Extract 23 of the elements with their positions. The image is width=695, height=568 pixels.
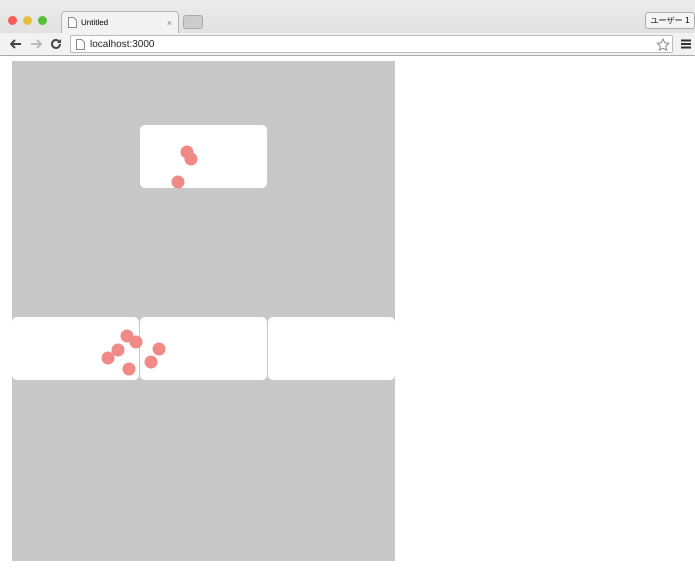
user-button[interactable]: ユーザー 1	[645, 12, 695, 29]
page-icon	[76, 38, 85, 50]
dot	[112, 344, 124, 356]
dot	[122, 362, 136, 376]
dot	[102, 352, 114, 364]
minimize-window-icon[interactable]	[23, 16, 32, 25]
forward-icon[interactable]	[30, 39, 42, 49]
dot	[130, 336, 142, 348]
dot	[144, 356, 158, 368]
address-field[interactable]: localhost:3000	[70, 35, 673, 53]
dot	[184, 152, 198, 166]
dot	[152, 342, 166, 356]
new-tab-button[interactable]	[183, 15, 203, 29]
reload-icon[interactable]	[50, 38, 62, 50]
zoom-window-icon[interactable]	[38, 16, 47, 25]
back-icon[interactable]	[10, 39, 22, 49]
star-icon[interactable]	[656, 38, 670, 50]
menu-icon[interactable]	[681, 39, 691, 49]
browser-tab[interactable]: Untitled ×	[61, 11, 179, 33]
page-icon	[68, 17, 77, 28]
dot	[172, 176, 184, 188]
close-window-icon[interactable]	[8, 16, 17, 25]
dot	[120, 330, 134, 342]
